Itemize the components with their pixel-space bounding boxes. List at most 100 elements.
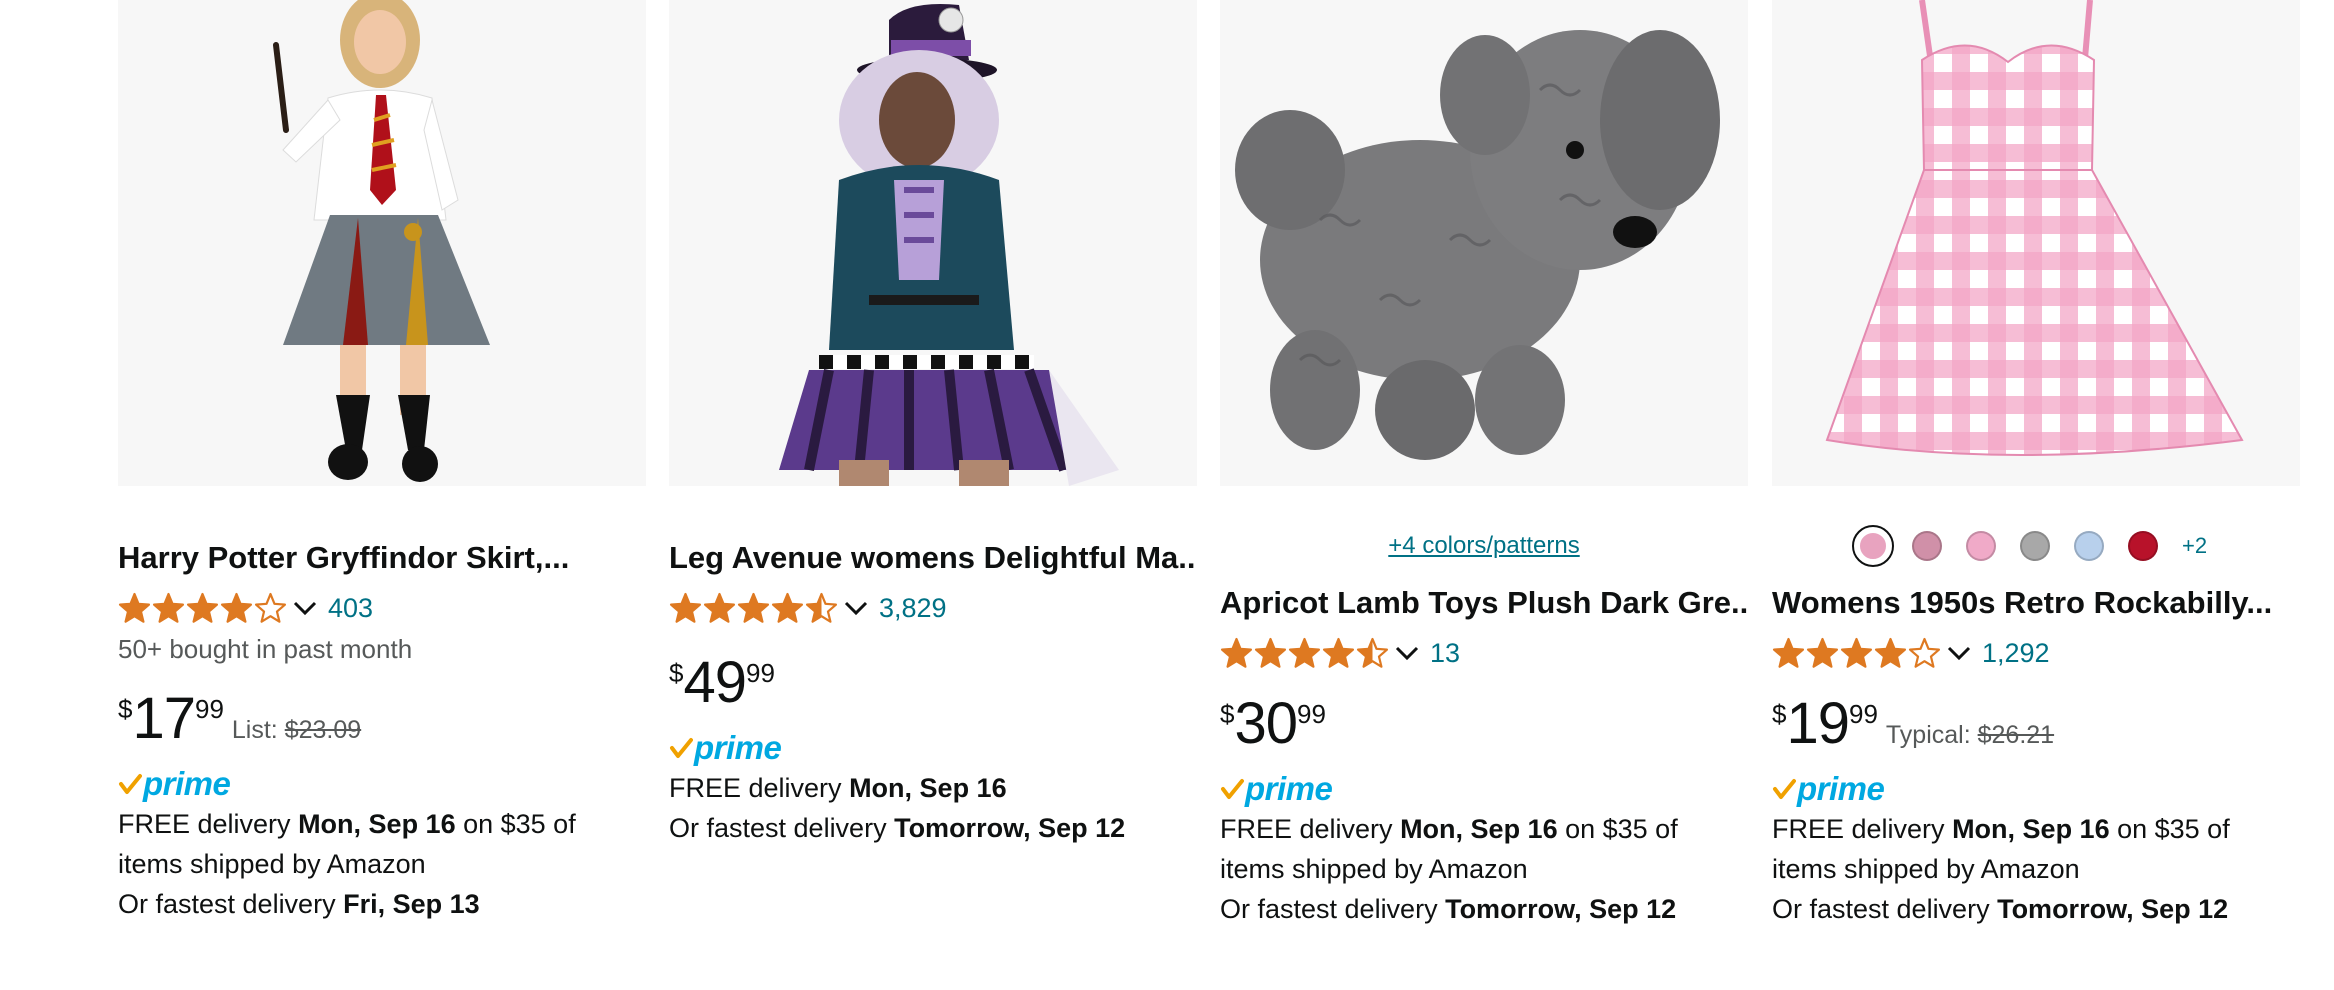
delivery-date: Mon, Sep 16 [298,809,456,839]
prime-label: prime [143,765,231,802]
color-options: +4 colors/patterns [1220,522,1748,570]
rating-count-link[interactable]: 403 [328,593,373,624]
delivery-date: Mon, Sep 16 [1952,814,2110,844]
prime-label: prime [694,729,782,766]
product-info: Harry Potter Gryffindor Skirt,... 403 50… [118,538,646,924]
color-swatch[interactable] [2128,531,2158,561]
price[interactable]: $ 17 99 List: $23.09 [118,688,646,752]
product-card: Leg Avenue womens Delightful Ma... 3,829… [669,0,1197,990]
rating-count-link[interactable]: 1,292 [1982,638,2050,669]
delivery-line-1: FREE delivery Mon, Sep 16 on $35 of [118,804,646,844]
star-icon [1874,637,1907,668]
star-icon [669,592,702,623]
fastest-delivery: Or fastest delivery Tomorrow, Sep 12 [1772,889,2300,929]
prime-label: prime [1245,770,1333,807]
list-price-value: $23.09 [284,716,362,744]
delivery-line-2: items shipped by Amazon [1772,854,2080,884]
color-swatch[interactable] [2074,531,2104,561]
product-title[interactable]: Apricot Lamb Toys Plush Dark Gre... [1220,583,1748,623]
price-currency: $ [1220,699,1235,729]
star-icon [118,592,151,623]
star-rating[interactable] [118,592,288,625]
product-image-skirt-costume[interactable] [118,0,646,486]
color-swatches: +2 [1772,522,2300,570]
fastest-delivery: Or fastest delivery Fri, Sep 13 [118,884,646,924]
prime-check-icon [1773,779,1796,799]
delivery-line-1: FREE delivery Mon, Sep 16 on $35 of [1220,809,1748,849]
fastest-delivery-text: Or fastest delivery [1772,894,1998,924]
product-info: Womens 1950s Retro Rockabilly... 1,292 $… [1772,583,2300,929]
rating-count-link[interactable]: 13 [1430,638,1460,669]
product-image-gingham-dress[interactable] [1772,0,2300,486]
more-swatches-link[interactable]: +2 [2182,533,2207,559]
product-card: +4 colors/patterns Apricot Lamb Toys Plu… [1220,0,1748,990]
product-title[interactable]: Leg Avenue womens Delightful Ma... [669,538,1197,578]
star-icon [152,592,185,623]
price-whole: 17 [132,686,196,751]
star-icon [1806,637,1839,668]
fastest-delivery-date: Tomorrow, Sep 12 [1997,894,2229,924]
star-icon [1254,637,1287,668]
fastest-delivery: Or fastest delivery Tomorrow, Sep 12 [669,808,1197,848]
chevron-down-icon[interactable] [292,598,318,618]
delivery-threshold: on $35 of [1557,814,1678,844]
fastest-delivery-text: Or fastest delivery [1220,894,1446,924]
price-fraction: 99 [745,658,775,688]
search-results-grid: Harry Potter Gryffindor Skirt,... 403 50… [118,0,2300,990]
price-fraction: 99 [1296,699,1326,729]
delivery-text: FREE delivery [1772,814,1953,844]
prime-badge: prime [118,764,646,804]
color-swatch[interactable] [1966,531,1996,561]
prime-badge: prime [1220,769,1748,809]
price[interactable]: $ 49 99 [669,652,1197,716]
chevron-down-icon[interactable] [843,598,869,618]
product-info: Leg Avenue womens Delightful Ma... 3,829… [669,538,1197,848]
color-swatch[interactable] [1852,525,1894,567]
price[interactable]: $ 30 99 [1220,693,1748,757]
rating-row: 403 [118,586,646,630]
color-swatch[interactable] [2020,531,2050,561]
star-rating[interactable] [1220,637,1390,670]
price-fraction: 99 [1848,699,1878,729]
star-icon [186,592,219,623]
more-colors-link[interactable]: +4 colors/patterns [1388,532,1579,560]
delivery-text: FREE delivery [669,773,850,803]
color-swatch[interactable] [1912,531,1942,561]
star-icon [1288,637,1321,668]
star-rating[interactable] [1772,637,1942,670]
product-card: +2 Womens 1950s Retro Rockabilly... 1,29… [1772,0,2300,990]
price-currency: $ [669,658,684,688]
rating-count-link[interactable]: 3,829 [879,593,947,624]
star-rating[interactable] [669,592,839,625]
price-fraction: 99 [194,694,224,724]
star-icon [1356,637,1389,668]
fastest-delivery-date: Tomorrow, Sep 12 [1445,894,1677,924]
typical-price: Typical: $26.21 [1886,721,2054,750]
product-info: Apricot Lamb Toys Plush Dark Gre... 13 $… [1220,583,1748,929]
delivery-date: Mon, Sep 16 [849,773,1007,803]
price-currency: $ [1772,699,1787,729]
star-icon [1772,637,1805,668]
product-image-mad-hatter-costume[interactable] [669,0,1197,486]
star-icon [703,592,736,623]
fastest-delivery: Or fastest delivery Tomorrow, Sep 12 [1220,889,1748,929]
chevron-down-icon[interactable] [1946,643,1972,663]
product-title[interactable]: Womens 1950s Retro Rockabilly... [1772,583,2300,623]
list-price-label: List: [231,716,278,744]
rating-row: 3,829 [669,586,1197,630]
product-image-plush-dog[interactable] [1220,0,1748,486]
price[interactable]: $ 19 99 Typical: $26.21 [1772,693,2300,757]
price-whole: 19 [1786,691,1850,756]
delivery-line-2: items shipped by Amazon [1220,854,1528,884]
product-title[interactable]: Harry Potter Gryffindor Skirt,... [118,538,646,578]
star-icon [1840,637,1873,668]
list-price: List: $23.09 [232,716,361,745]
delivery-text: FREE delivery [118,809,299,839]
star-icon [771,592,804,623]
prime-label: prime [1797,770,1885,807]
delivery-line-1: FREE delivery Mon, Sep 16 [669,768,1197,808]
typical-price-value: $26.21 [1977,721,2055,749]
delivery-date: Mon, Sep 16 [1400,814,1558,844]
delivery-threshold: on $35 of [455,809,576,839]
chevron-down-icon[interactable] [1394,643,1420,663]
